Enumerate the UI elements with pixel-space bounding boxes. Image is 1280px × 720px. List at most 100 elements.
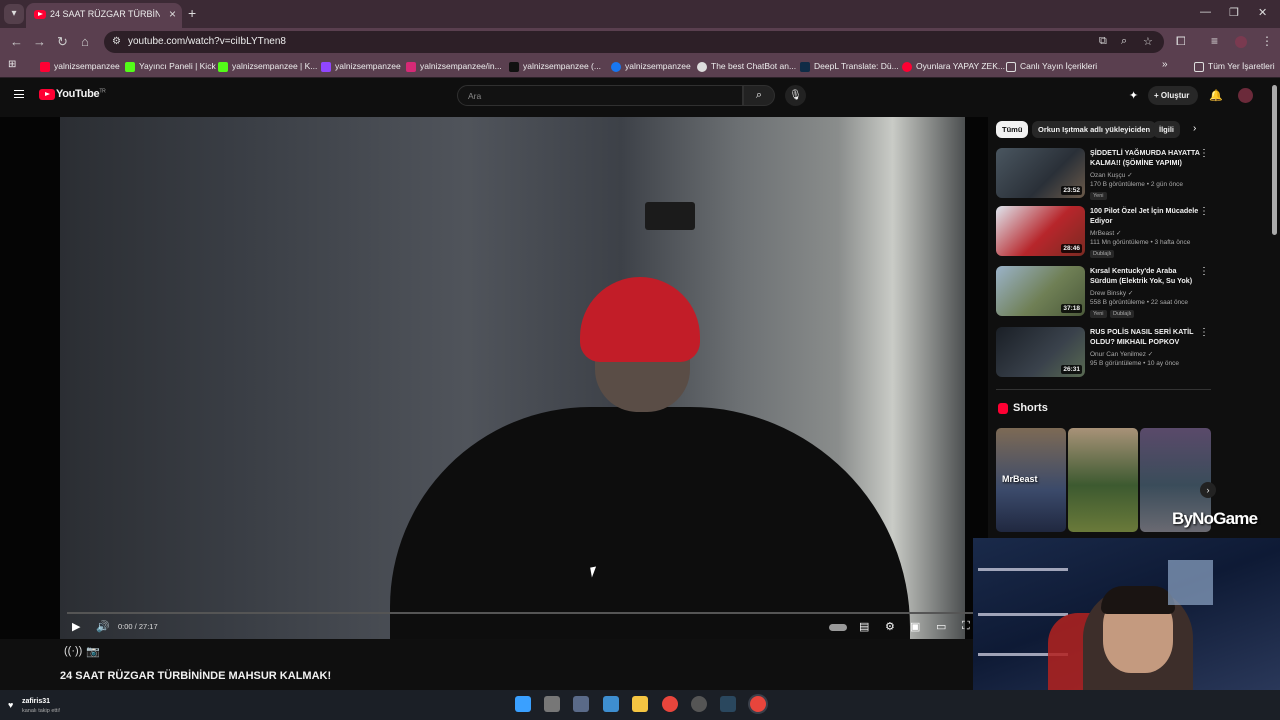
search-icon: ⌕ — [755, 89, 763, 101]
create-button[interactable]: + Oluştur — [1148, 86, 1198, 105]
all-bookmarks-folder[interactable]: Tüm Yer İşaretleri — [1194, 61, 1275, 72]
more-actions-icon[interactable]: ⋮ — [1199, 327, 1209, 338]
video-thumbnail[interactable]: 26:31 — [996, 327, 1085, 377]
snipping-icon[interactable] — [573, 696, 589, 712]
menu-icon[interactable] — [14, 90, 24, 98]
volume-icon[interactable]: 🔊 — [96, 620, 110, 633]
more-actions-icon[interactable]: ⋮ — [1199, 206, 1209, 217]
recommendation-title[interactable]: RUS POLİS NASIL SERİ KATİL OLDU? MIKHAIL… — [1090, 327, 1202, 347]
home-icon[interactable]: ⌂ — [81, 34, 89, 49]
reading-list-icon[interactable]: ≡ — [1211, 34, 1218, 48]
page-scrollbar[interactable] — [1272, 85, 1277, 235]
start-icon[interactable] — [515, 696, 531, 712]
settings-icon[interactable]: ⚙ — [885, 620, 895, 633]
channel-name[interactable]: Onur Can Yenilmez ✓ — [1090, 350, 1153, 358]
steam-icon[interactable] — [720, 696, 736, 712]
recommendation-title[interactable]: 100 Pilot Özel Jet İçin Mücadele Ediyor — [1090, 206, 1202, 226]
zoom-icon[interactable]: ⌕ — [1121, 35, 1127, 48]
bookmark-item[interactable]: yalnizsempanzee — [321, 61, 401, 72]
more-actions-icon[interactable]: ⋮ — [1199, 266, 1209, 277]
browser-menu-icon[interactable]: ⋮ — [1261, 34, 1273, 48]
chevron-right-icon[interactable]: › — [1193, 123, 1196, 134]
minimize-icon[interactable]: — — [1200, 6, 1211, 18]
bookmark-item[interactable]: yalnizsempanzee — [40, 61, 120, 72]
back-icon[interactable]: ← — [10, 34, 23, 49]
autoplay-toggle[interactable] — [829, 624, 847, 631]
new-tab-button[interactable]: + — [188, 5, 196, 21]
youtube-logo-text[interactable]: YouTubeTR — [56, 88, 106, 100]
duration-badge: 37:18 — [1061, 304, 1082, 313]
bookmark-item[interactable]: yalnizsempanzee — [611, 61, 691, 72]
channel-name[interactable]: MrBeast ✓ — [1090, 229, 1121, 237]
kick-icon — [218, 61, 228, 72]
account-avatar[interactable] — [1238, 88, 1253, 103]
chrome-icon[interactable] — [662, 696, 678, 712]
bookmark-item[interactable]: yalnizsempanzee/in... — [406, 61, 502, 72]
install-app-icon[interactable]: ⧉ — [1099, 35, 1107, 48]
shorts-next-icon[interactable]: › — [1200, 482, 1216, 498]
bookmark-item[interactable]: DeepL Translate: Dü... — [800, 61, 899, 72]
bookmark-folder[interactable]: Canlı Yayın İçerikleri — [1006, 61, 1097, 72]
channel-name[interactable]: Ozan Kuşçu ✓ — [1090, 171, 1133, 179]
short-item[interactable]: MrBeast — [996, 428, 1066, 532]
recommendation-title[interactable]: Kırsal Kentucky'de Araba Sürdüm (Elektri… — [1090, 266, 1202, 286]
forward-icon[interactable]: → — [33, 34, 46, 49]
more-actions-icon[interactable]: ⋮ — [1199, 148, 1209, 159]
extensions-icon[interactable]: ⧠ — [1176, 34, 1186, 49]
tab-close-icon[interactable]: × — [169, 7, 176, 21]
video-player[interactable] — [0, 117, 988, 639]
bookmark-label: The best ChatBot an... — [711, 61, 797, 71]
photos-icon[interactable] — [603, 696, 619, 712]
search-button[interactable]: ⌕ — [743, 85, 775, 106]
address-bar[interactable]: ⚙ youtube.com/watch?v=ciIbLYTnen8 ⧉ ⌕ ☆ — [104, 31, 1164, 53]
video-thumbnail[interactable]: 23:52 — [996, 148, 1085, 198]
bookmark-item[interactable]: yalnizsempanzee (... — [509, 61, 601, 72]
chip-uploader[interactable]: Orkun Işıtmak adlı yükleyiciden — [1032, 121, 1157, 138]
recommendation-item[interactable]: 26:31 RUS POLİS NASIL SERİ KATİL OLDU? M… — [996, 327, 1211, 381]
video-thumbnail[interactable]: 37:18 — [996, 266, 1085, 316]
window-close-icon[interactable]: ✕ — [1258, 6, 1267, 19]
twitch-icon — [321, 61, 331, 72]
obs-icon[interactable] — [691, 696, 707, 712]
file-explorer-icon[interactable] — [632, 696, 648, 712]
tab-search-dropdown[interactable]: ▾ — [4, 4, 24, 24]
reload-icon[interactable]: ↻ — [57, 34, 68, 50]
bookmark-item[interactable]: Oyunlara YAPAY ZEK... — [902, 61, 1005, 72]
task-view-icon[interactable] — [544, 696, 560, 712]
bookmark-star-icon[interactable]: ☆ — [1143, 35, 1153, 48]
duration-badge: 23:52 — [1061, 186, 1082, 195]
recommendation-item[interactable]: 23:52 ŞİDDETLİ YAĞMURDA HAYATTA KALMA!! … — [996, 148, 1211, 202]
more-bookmarks-icon[interactable]: » — [1162, 59, 1168, 70]
bookmark-item[interactable]: The best ChatBot an... — [697, 61, 796, 72]
search-input[interactable]: Ara — [457, 85, 743, 106]
youtube-logo-icon[interactable] — [39, 89, 55, 100]
video-thumbnail[interactable]: 28:46 — [996, 206, 1085, 256]
recommendation-title[interactable]: ŞİDDETLİ YAĞMURDA HAYATTA KALMA!! (ŞÖMİN… — [1090, 148, 1202, 168]
recommendation-item[interactable]: 28:46 100 Pilot Özel Jet İçin Mücadele E… — [996, 206, 1211, 260]
apps-grid-icon[interactable]: ⊞ — [8, 59, 16, 70]
bookmark-item[interactable]: yalnizsempanzee | K... — [218, 61, 317, 72]
miniplayer-icon[interactable]: ▣ — [910, 620, 920, 633]
chrome-active-icon[interactable] — [750, 696, 766, 712]
audio-track-icon[interactable]: ((·)) — [64, 645, 82, 657]
profile-avatar[interactable] — [1235, 36, 1247, 48]
channel-name[interactable]: Drew Binsky ✓ — [1090, 289, 1133, 297]
progress-bar[interactable] — [67, 612, 975, 614]
recommendation-item[interactable]: 37:18 Kırsal Kentucky'de Araba Sürdüm (E… — [996, 266, 1211, 320]
studio-icon[interactable]: ✦ — [1129, 89, 1138, 102]
play-icon[interactable]: ▶ — [72, 620, 80, 633]
short-item[interactable] — [1068, 428, 1138, 532]
theater-mode-icon[interactable]: ▭ — [936, 620, 946, 633]
site-info-icon[interactable]: ⚙ — [112, 36, 124, 48]
screenshot-icon[interactable]: 📷 — [86, 645, 100, 658]
voice-search-icon[interactable]: 🎙 — [785, 85, 806, 106]
chip-all[interactable]: Tümü — [996, 121, 1029, 138]
notifications-icon[interactable]: 🔔 — [1209, 89, 1223, 102]
bookmark-item[interactable]: Yayıncı Paneli | Kick — [125, 61, 216, 72]
restore-icon[interactable]: ❐ — [1229, 6, 1239, 19]
chip-related[interactable]: İlgili — [1153, 121, 1180, 138]
subtitles-icon[interactable]: ▤ — [859, 620, 869, 633]
fullscreen-icon[interactable]: ⛶ — [962, 620, 970, 633]
bookmark-label: yalnizsempanzee — [335, 61, 401, 71]
tab-active[interactable]: 24 SAAT RÜZGAR TÜRBİNİNDE × — [26, 3, 182, 28]
